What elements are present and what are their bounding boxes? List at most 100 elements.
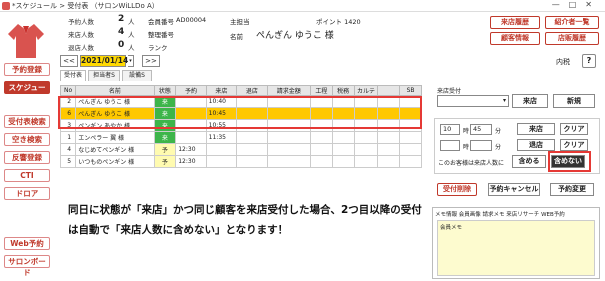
- visit-button[interactable]: 来店: [512, 94, 548, 108]
- tab-visit-research[interactable]: 来店リサーチ: [506, 212, 539, 218]
- row-empty-cell: [331, 155, 355, 168]
- name-label: 名前: [230, 33, 243, 41]
- sidebar-item-vacancy-search[interactable]: 空き検索: [4, 133, 50, 146]
- row-visit: 11:35: [205, 131, 238, 144]
- col-no: No: [59, 85, 77, 96]
- row-reserve: [175, 131, 207, 144]
- leave-count-label: 退店人数: [68, 44, 94, 52]
- row-empty-cell: [236, 143, 268, 156]
- store-sales-history-button[interactable]: 店販履歴: [545, 32, 599, 45]
- sidebar-item-cti[interactable]: CTI: [4, 169, 50, 182]
- visit-minute-select[interactable]: 45: [470, 124, 492, 135]
- row-status: 予: [153, 155, 177, 168]
- visit-history-button[interactable]: 来店履歴: [490, 16, 540, 29]
- row-empty-cell: [236, 131, 268, 144]
- include-count-button[interactable]: 含める: [512, 155, 546, 168]
- reserve-count-label: 予約人数: [68, 18, 94, 26]
- help-icon[interactable]: ?: [582, 54, 596, 68]
- referrer-list-button[interactable]: 紹介者一覧: [545, 16, 599, 29]
- row-empty-cell: [236, 155, 268, 168]
- clear-visit-button[interactable]: クリア: [560, 123, 588, 135]
- visit-count-label: 来店人数: [68, 31, 94, 39]
- next-date-button[interactable]: >>: [142, 55, 160, 67]
- row-reserve: 12:30: [175, 143, 207, 156]
- row-empty-cell: [310, 155, 333, 168]
- sidebar: 予約登録 スケジュール 受付表検索 空き検索 反響登録 CTI ドロア Web予…: [0, 12, 52, 281]
- sidebar-item-response[interactable]: 反響登録: [4, 151, 50, 164]
- tab-memo-info[interactable]: メモ情報: [435, 212, 457, 218]
- sidebar-item-schedule[interactable]: スケジュール: [4, 81, 50, 103]
- sidebar-item-web-reservation[interactable]: Web予約: [4, 237, 50, 250]
- sidebar-item-reservation[interactable]: 予約登録: [4, 63, 50, 76]
- reception-label: 来店受付: [437, 88, 462, 95]
- tab-equipment-schedule[interactable]: 設備S: [122, 70, 152, 81]
- sidebar-item-reception-search[interactable]: 受付表検索: [4, 115, 50, 128]
- tab-reception[interactable]: 受付表: [60, 70, 86, 81]
- customer-info-button[interactable]: 顧客情報: [490, 32, 540, 45]
- delete-reception-button[interactable]: 受付削除: [437, 183, 477, 196]
- row-empty-cell: [399, 143, 422, 156]
- reserve-count-value: 2: [118, 14, 125, 24]
- table-row[interactable]: 1 エンペラー 翼 様来 11:35: [59, 131, 422, 144]
- leave-button[interactable]: 退店: [517, 139, 555, 151]
- change-reservation-button[interactable]: 予約変更: [550, 183, 594, 196]
- window-controls[interactable]: —□✕: [552, 0, 601, 9]
- title-bar: *スケジュール > 受付表 （サロンWiLLDo A） —□✕: [0, 0, 605, 12]
- clear-leave-button[interactable]: クリア: [560, 139, 588, 151]
- row-empty-cell: [310, 131, 333, 144]
- prev-date-button[interactable]: <<: [60, 55, 78, 67]
- app-icon: [2, 2, 10, 10]
- row-empty-cell: [377, 143, 401, 156]
- member-memo-label: 会員メモ: [440, 225, 463, 231]
- row-status: 来: [153, 131, 177, 144]
- tab-billing-memo[interactable]: 請求メモ: [483, 212, 505, 218]
- duplicate-highlight-frame: [58, 96, 422, 129]
- leave-count-value: 0: [118, 40, 125, 50]
- minute-unit: 分: [495, 128, 502, 135]
- point-value: 1420: [344, 18, 361, 26]
- memo-tabs: メモ情報 会員画像 請求メモ 来店リサーチ WEB予約: [435, 210, 565, 218]
- maximize-button[interactable]: □: [569, 0, 586, 9]
- visit-hour-select[interactable]: 10: [440, 124, 460, 135]
- table-row[interactable]: 5 いつものペンギン 様予 12:30: [59, 155, 422, 168]
- sidebar-item-salonboard[interactable]: サロンボード: [4, 255, 50, 277]
- row-empty-cell: [377, 155, 401, 168]
- row-empty-cell: [331, 143, 355, 156]
- row-name: エンペラー 翼 様: [75, 131, 155, 144]
- member-memo-area[interactable]: 会員メモ: [437, 220, 595, 276]
- sidebar-item-drawer[interactable]: ドロア: [4, 187, 50, 200]
- leave-count-unit: 人: [128, 44, 135, 52]
- row-name: いつものペンギン 様: [75, 155, 155, 168]
- col-blank: [377, 85, 401, 96]
- col-tax: 税務: [331, 85, 355, 96]
- calendar-dropdown-icon[interactable]: ▾: [128, 55, 134, 67]
- visit-count-unit: 人: [128, 31, 135, 39]
- minimize-button[interactable]: —: [552, 0, 569, 9]
- row-empty-cell: [353, 155, 379, 168]
- row-empty-cell: [377, 131, 401, 144]
- leave-hour-select[interactable]: [440, 140, 460, 151]
- row-empty-cell: [399, 155, 422, 168]
- new-customer-button[interactable]: 新規: [553, 94, 595, 108]
- close-button[interactable]: ✕: [585, 0, 601, 9]
- tab-staff-schedule[interactable]: 担当者S: [88, 70, 120, 81]
- col-leave: 退店: [236, 85, 268, 96]
- cancel-reservation-button[interactable]: 予約キャンセル: [488, 183, 540, 196]
- tab-web-reservation[interactable]: WEB予約: [541, 212, 565, 218]
- col-name: 名前: [75, 85, 155, 96]
- memo-panel: メモ情報 会員画像 請求メモ 来店リサーチ WEB予約 会員メモ: [432, 207, 600, 279]
- visit-count-row: 来店人数 4 人: [68, 27, 135, 39]
- date-field[interactable]: 2021/01/14: [80, 55, 128, 67]
- rank-label: ランク: [148, 44, 168, 52]
- tab-member-image[interactable]: 会員画像: [459, 212, 481, 218]
- table-row[interactable]: 4 なじめてペンギン 様予 12:30: [59, 143, 422, 156]
- row-no: 5: [59, 155, 77, 168]
- reception-select[interactable]: ▾: [437, 95, 509, 107]
- leave-hour-unit: 時: [463, 144, 470, 151]
- leave-minute-select[interactable]: [470, 140, 492, 151]
- row-empty-cell: [266, 131, 312, 144]
- row-empty-cell: [266, 155, 312, 168]
- row-no: 4: [59, 143, 77, 156]
- row-name: なじめてペンギン 様: [75, 143, 155, 156]
- visit-time-button[interactable]: 来店: [517, 123, 555, 135]
